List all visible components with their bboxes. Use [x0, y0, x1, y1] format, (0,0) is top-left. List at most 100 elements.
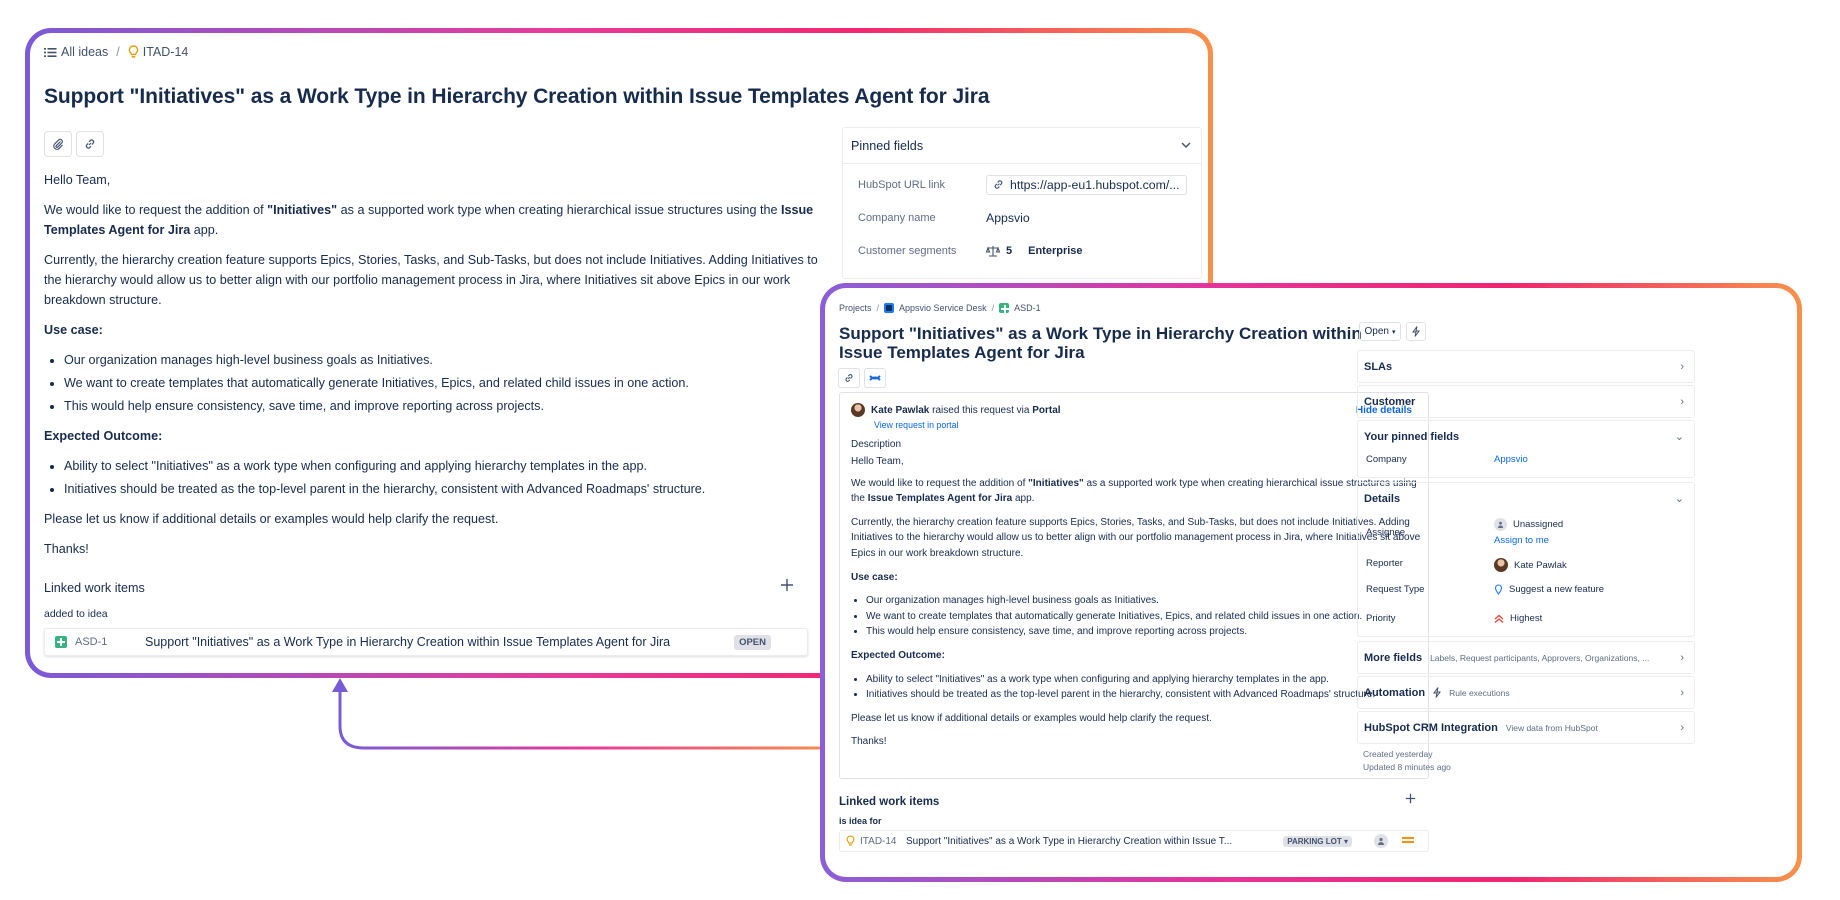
breadcrumb: Projects / Appsvio Service Desk / ASD-1 — [839, 303, 1041, 313]
automation-button[interactable] — [1406, 322, 1426, 341]
desc-usecase-heading: Use case: — [851, 571, 898, 583]
status-badge: OPEN — [734, 634, 771, 650]
link-button[interactable] — [76, 131, 104, 157]
request-type-value[interactable]: Suggest a new feature — [1494, 584, 1604, 595]
description[interactable]: Hello Team, We would like to request the… — [851, 454, 1423, 758]
add-linked-item-button[interactable] — [1405, 791, 1416, 808]
breadcrumb-separator: / — [991, 303, 995, 313]
breadcrumb-projects[interactable]: Projects — [839, 303, 872, 313]
breadcrumb-all-ideas[interactable]: All ideas — [44, 45, 108, 59]
field-reporter: Reporter Kate Pawlak — [1366, 558, 1567, 572]
plus-icon — [1405, 793, 1416, 804]
status-dropdown[interactable]: PARKING LOT ▾ — [1283, 835, 1352, 847]
chevron-right-icon: › — [1680, 651, 1684, 664]
pinned-fields-section: Your pinned fields ⌄ Company Appsvio — [1357, 420, 1695, 478]
page-title: Support "Initiatives" as a Work Type in … — [44, 85, 990, 108]
service-desk-icon — [884, 303, 895, 313]
work-item-type-icon — [55, 636, 67, 648]
desc-thanks: Thanks! — [851, 736, 887, 748]
reporter-value[interactable]: Kate Pawlak — [1494, 558, 1567, 572]
list-item: This would help ensure consistency, save… — [64, 396, 824, 416]
connector-arrow — [332, 678, 830, 750]
timestamps: Created yesterday Updated 8 minutes ago — [1363, 748, 1451, 774]
desc-greeting: Hello Team, — [851, 456, 904, 467]
desc-paragraph-1: We would like to request the addition of… — [44, 203, 814, 237]
created-time: Created yesterday — [1363, 749, 1433, 759]
linked-item-row[interactable]: ITAD-14 Support "Initiatives" as a Work … — [839, 830, 1429, 852]
customer-segments-value[interactable]: 5 Enterprise — [986, 245, 1083, 257]
priority-highest-icon — [1494, 614, 1504, 623]
linked-item-key[interactable]: ITAD-14 — [846, 835, 906, 847]
chevron-right-icon: › — [1680, 360, 1684, 373]
priority-medium-icon — [1402, 836, 1414, 847]
pinned-fields-title: Pinned fields — [851, 138, 924, 153]
breadcrumb-idea-key-label: ITAD-14 — [142, 45, 189, 59]
add-linked-item-button[interactable] — [780, 576, 794, 597]
title-actions — [44, 131, 104, 157]
title-actions — [838, 368, 886, 388]
pinned-fields-header[interactable]: Your pinned fields ⌄ — [1358, 421, 1694, 452]
linked-item-summary[interactable]: Support "Initiatives" as a Work Type in … — [145, 635, 734, 649]
assign-to-me-link[interactable]: Assign to me — [1494, 535, 1563, 546]
lightbulb-icon — [846, 835, 855, 846]
more-fields-section[interactable]: More fields Labels, Request participants,… — [1357, 641, 1695, 674]
updated-time: Updated 8 minutes ago — [1363, 762, 1451, 772]
company-name-value[interactable]: Appsvio — [986, 211, 1030, 225]
breadcrumb-idea-key[interactable]: ITAD-14 — [128, 45, 189, 59]
lightning-icon — [1412, 326, 1420, 337]
linked-item-summary[interactable]: Support "Initiatives" as a Work Type in … — [906, 836, 1283, 847]
confluence-button[interactable] — [864, 368, 886, 388]
list-item: Our organization manages high-level busi… — [64, 350, 824, 370]
attach-button[interactable] — [44, 131, 72, 157]
pinned-fields-header[interactable]: Pinned fields — [843, 128, 1201, 164]
breadcrumb-issue-key[interactable]: ASD-1 — [1014, 303, 1041, 313]
description[interactable]: Hello Team, We would like to request the… — [44, 170, 824, 569]
slas-section[interactable]: SLAs › — [1357, 350, 1695, 383]
company-link[interactable]: Appsvio — [1494, 454, 1528, 465]
list-item: We want to create templates that automat… — [866, 609, 1423, 625]
person-icon — [1494, 518, 1507, 531]
customer-section[interactable]: Customer › — [1357, 385, 1695, 418]
desc-outcome-heading: Expected Outcome: — [851, 649, 945, 661]
hubspot-section[interactable]: HubSpot CRM Integration View data from Hu… — [1357, 711, 1695, 744]
link-icon — [85, 139, 95, 149]
linked-work-items-title: Linked work items — [839, 796, 940, 808]
reporter-line: Kate Pawlak raised this request via Port… — [851, 403, 1061, 417]
page-title: Support "Initiatives" as a Work Type in … — [839, 324, 1362, 362]
breadcrumb-project[interactable]: Appsvio Service Desk — [899, 303, 987, 313]
link-relation-label: added to idea — [44, 608, 108, 620]
list-item: This would help ensure consistency, save… — [866, 624, 1423, 640]
description-label: Description — [851, 439, 902, 450]
desc-closing: Please let us know if additional details… — [851, 712, 1212, 724]
field-company-name: Company name Appsvio — [858, 210, 1030, 225]
automation-section[interactable]: Automation Rule executions › — [1357, 676, 1695, 709]
work-item-type-icon — [999, 303, 1010, 313]
list-item: Our organization manages high-level busi… — [866, 593, 1423, 609]
priority-value[interactable]: Highest — [1494, 613, 1542, 624]
details-header[interactable]: Details ⌄ — [1358, 483, 1694, 514]
linked-work-items-title: Linked work items — [44, 581, 145, 595]
request-details-card: Kate Pawlak raised this request via Port… — [839, 392, 1429, 779]
avatar — [851, 403, 865, 417]
chevron-right-icon: › — [1680, 395, 1684, 408]
link-button[interactable] — [838, 368, 860, 388]
field-priority: Priority Highest — [1366, 613, 1543, 624]
list-item: We want to create templates that automat… — [64, 373, 824, 393]
lightbulb-icon — [128, 45, 138, 58]
hubspot-url-link[interactable]: https://app-eu1.hubspot.com/... — [986, 174, 1187, 195]
scales-icon — [986, 245, 1000, 257]
link-relation-label: is idea for — [839, 816, 882, 826]
list-item: Initiatives should be treated as the top… — [64, 479, 824, 499]
view-in-portal-link[interactable]: View request in portal — [874, 420, 958, 430]
status-dropdown[interactable]: Open ▾ — [1359, 322, 1401, 341]
list-icon — [44, 47, 57, 57]
assignee-value[interactable]: Unassigned — [1494, 518, 1563, 531]
plus-icon — [781, 579, 793, 591]
assignee-avatar[interactable] — [1374, 834, 1388, 848]
linked-item-key[interactable]: ASD-1 — [55, 636, 145, 648]
location-pin-icon — [1494, 584, 1503, 595]
linked-item-row[interactable]: ASD-1 Support "Initiatives" as a Work Ty… — [44, 628, 808, 656]
breadcrumb: All ideas / ITAD-14 — [44, 45, 188, 59]
person-icon — [1378, 837, 1384, 845]
desc-outcome-list: Ability to select "Initiatives" as a wor… — [64, 456, 824, 499]
